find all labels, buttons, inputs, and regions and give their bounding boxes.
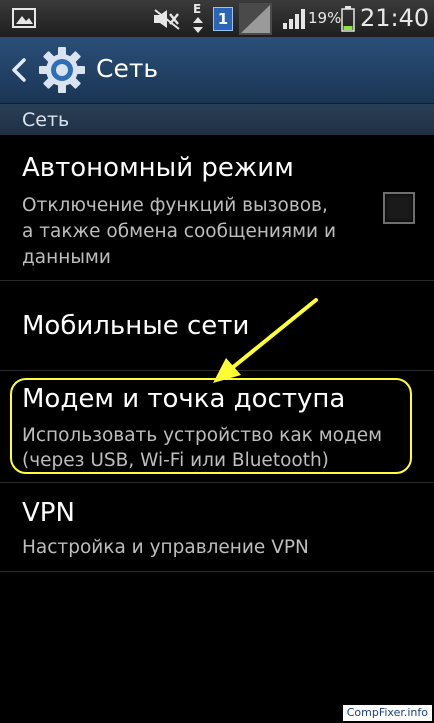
signal-icon <box>282 8 306 30</box>
gallery-icon <box>12 8 36 28</box>
settings-gear-icon[interactable] <box>38 46 86 94</box>
setting-title: Мобильные сети <box>22 311 250 341</box>
page-title: Сеть <box>96 54 159 83</box>
clock: 21:40 <box>360 4 430 32</box>
data-arrows-icon <box>193 17 203 33</box>
setting-summary-line: Настройка и управление VPN <box>22 537 309 558</box>
setting-summary-line: данными <box>22 247 111 268</box>
annotation-highlight <box>10 378 412 474</box>
setting-item-mobile-networks[interactable]: Мобильные сети <box>0 281 434 370</box>
setting-summary-line: а также обмена сообщениями и <box>22 221 336 242</box>
network-type-label: E <box>193 2 202 16</box>
signal-icon <box>239 3 272 35</box>
setting-item-vpn[interactable]: VPN Настройка и управление VPN <box>0 483 434 571</box>
section-header: Сеть <box>0 104 434 135</box>
setting-item-airplane-mode[interactable]: Автономный режим Отключение функций вызо… <box>0 136 434 280</box>
battery-icon <box>341 6 355 32</box>
battery-percent: 19% <box>308 9 342 27</box>
setting-title: Автономный режим <box>22 153 294 183</box>
action-bar: Сеть <box>0 37 434 104</box>
setting-title: VPN <box>22 498 75 528</box>
setting-summary-line: Отключение функций вызовов, <box>22 195 328 216</box>
divider <box>0 571 434 572</box>
sim-icon: 1 <box>213 7 233 31</box>
settings-screen: E 1 19% 21:40 Сеть Сеть Автономный режим… <box>0 0 434 723</box>
airplane-mode-checkbox[interactable] <box>383 192 415 224</box>
back-icon[interactable] <box>9 57 29 83</box>
sim-slot-label: 1 <box>217 10 229 28</box>
mute-icon <box>152 7 182 31</box>
status-bar: E 1 19% 21:40 <box>0 0 434 37</box>
watermark: CompFixer.info <box>342 705 432 721</box>
section-header-label: Сеть <box>22 109 70 131</box>
